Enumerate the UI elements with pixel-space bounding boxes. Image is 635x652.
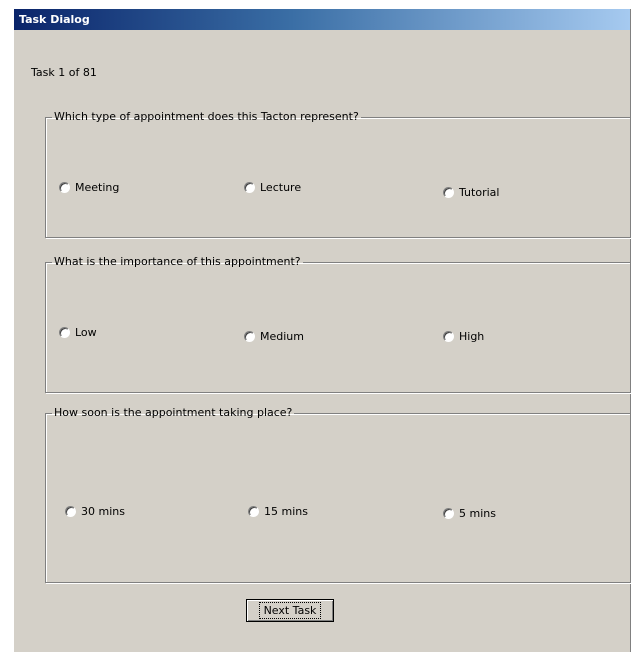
radio-tutorial[interactable]: Tutorial	[443, 186, 499, 199]
radio-circle-icon[interactable]	[65, 506, 76, 517]
radio-circle-icon[interactable]	[244, 182, 255, 193]
next-task-label: Next Task	[258, 602, 322, 619]
radio-label: Meeting	[75, 181, 120, 194]
task-dialog-window: Task Dialog Task 1 of 81 Which type of a…	[14, 9, 631, 652]
radio-circle-icon[interactable]	[443, 331, 454, 342]
title-bar: Task Dialog	[14, 9, 630, 30]
radio-circle-icon[interactable]	[248, 506, 259, 517]
radio-circle-icon[interactable]	[59, 327, 70, 338]
radio-label: Tutorial	[459, 186, 500, 199]
radio-label: 5 mins	[459, 507, 496, 520]
radio-circle-icon[interactable]	[443, 187, 454, 198]
radio-label: 30 mins	[81, 505, 125, 518]
radio-15-mins[interactable]: 15 mins	[248, 505, 308, 518]
radio-label: 15 mins	[264, 505, 308, 518]
radio-30-mins[interactable]: 30 mins	[65, 505, 125, 518]
radio-circle-icon[interactable]	[59, 182, 70, 193]
radio-5-mins[interactable]: 5 mins	[443, 507, 496, 520]
radio-label: Medium	[260, 330, 304, 343]
importance-group: What is the importance of this appointme…	[45, 256, 631, 393]
radio-medium[interactable]: Medium	[244, 330, 304, 343]
appointment-type-group: Which type of appointment does this Tact…	[45, 111, 631, 238]
timing-group: How soon is the appointment taking place…	[45, 407, 631, 583]
radio-lecture[interactable]: Lecture	[244, 181, 301, 194]
radio-high[interactable]: High	[443, 330, 484, 343]
radio-circle-icon[interactable]	[244, 331, 255, 342]
radio-label: Low	[75, 326, 97, 339]
radio-label: High	[459, 330, 485, 343]
appointment-type-question: Which type of appointment does this Tact…	[54, 110, 359, 123]
radio-circle-icon[interactable]	[443, 508, 454, 519]
task-counter: Task 1 of 81	[31, 66, 97, 79]
next-task-button[interactable]: Next Task	[246, 599, 334, 622]
timing-question: How soon is the appointment taking place…	[54, 406, 293, 419]
radio-low[interactable]: Low	[59, 326, 97, 339]
radio-meeting[interactable]: Meeting	[59, 181, 119, 194]
importance-question: What is the importance of this appointme…	[54, 255, 301, 268]
radio-label: Lecture	[260, 181, 302, 194]
